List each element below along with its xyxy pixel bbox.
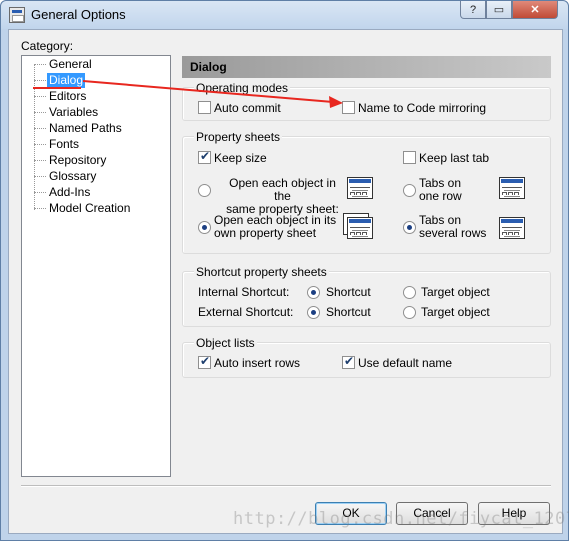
shortcut-sheets-title: Shortcut property sheets <box>194 265 329 279</box>
tabs-several-rows-icon <box>499 217 525 239</box>
tree-item-add-ins[interactable]: Add-Ins <box>47 185 92 200</box>
category-label: Category: <box>21 39 74 53</box>
help-title-button[interactable]: ? <box>460 1 486 19</box>
tabs-several-rows-radio[interactable] <box>403 221 416 234</box>
app-window-icon <box>9 7 25 23</box>
tree-item-general[interactable]: General <box>47 57 94 72</box>
tree-item-dialog[interactable]: Dialog <box>47 73 86 88</box>
tree-connector <box>34 128 46 129</box>
tree-connector <box>34 96 46 97</box>
open-same-sheet-radio[interactable] <box>198 184 211 197</box>
tree-connector <box>34 160 46 161</box>
object-lists-title: Object lists <box>194 336 257 350</box>
tabs-one-row-label: Tabs on one row <box>419 176 462 203</box>
watermark-text: http://blog.csdn.net/fiycat_1207 <box>233 509 569 529</box>
tree-item-named-paths[interactable]: Named Paths <box>47 121 124 136</box>
auto-insert-rows-checkbox[interactable] <box>198 354 211 369</box>
external-target-radio[interactable] <box>403 306 416 319</box>
tree-item-editors[interactable]: Editors <box>47 89 88 104</box>
tree-connector <box>34 208 46 209</box>
close-button[interactable]: ✕ <box>512 1 558 19</box>
tabs-one-row-icon <box>499 177 525 199</box>
tree-item-model-creation[interactable]: Model Creation <box>47 201 132 216</box>
internal-target-label: Target object <box>421 285 490 299</box>
name-to-code-checkbox[interactable] <box>342 101 355 114</box>
keep-size-label: Keep size <box>214 151 267 165</box>
external-target-label: Target object <box>421 305 490 319</box>
open-own-sheet-radio[interactable] <box>198 221 211 234</box>
external-shortcut-option-label: Shortcut <box>326 305 371 319</box>
category-tree[interactable]: General Dialog Editors Variables Named P… <box>21 55 171 477</box>
tabs-several-rows-label: Tabs on several rows <box>419 213 487 240</box>
multiple-sheets-icon <box>347 217 373 239</box>
tree-item-repository[interactable]: Repository <box>47 153 108 168</box>
internal-shortcut-option-label: Shortcut <box>326 285 371 299</box>
tree-connector <box>34 192 46 193</box>
internal-target-radio[interactable] <box>403 286 416 299</box>
tree-connector-line <box>34 65 35 210</box>
keep-size-checkbox[interactable] <box>198 149 211 164</box>
shortcut-sheets-group: Shortcut property sheets Internal Shortc… <box>182 265 551 327</box>
tree-item-variables[interactable]: Variables <box>47 105 100 120</box>
use-default-name-label: Use default name <box>358 356 453 370</box>
external-shortcut-label: External Shortcut: <box>198 305 294 319</box>
keep-last-tab-checkbox[interactable] <box>403 151 416 164</box>
tabs-one-row-radio[interactable] <box>403 184 416 197</box>
open-own-sheet-label: Open each object in its own property she… <box>214 213 337 240</box>
external-shortcut-radio[interactable] <box>307 306 320 319</box>
tree-connector <box>34 64 46 65</box>
tree-item-glossary[interactable]: Glossary <box>47 169 98 184</box>
auto-insert-rows-label: Auto insert rows <box>214 356 301 370</box>
keep-last-tab-label: Keep last tab <box>419 151 490 165</box>
operating-modes-group: Operating modes Auto commit Name to Code… <box>182 81 551 121</box>
general-options-window: General Options ? ▭ ✕ Category: General … <box>0 0 569 541</box>
tree-connector <box>34 112 46 113</box>
internal-shortcut-radio[interactable] <box>307 286 320 299</box>
dialog-body: Category: General Dialog Editors Variabl… <box>8 29 563 534</box>
property-sheets-title: Property sheets <box>194 130 283 144</box>
object-lists-group: Object lists Auto insert rows Use defaul… <box>182 336 551 378</box>
pane-title: Dialog <box>182 56 551 78</box>
use-default-name-checkbox[interactable] <box>342 354 355 369</box>
operating-modes-title: Operating modes <box>194 81 291 95</box>
single-sheet-icon <box>347 177 373 199</box>
window-title: General Options <box>31 7 126 22</box>
internal-shortcut-label: Internal Shortcut: <box>198 285 290 299</box>
tree-item-fonts[interactable]: Fonts <box>47 137 81 152</box>
auto-commit-checkbox[interactable] <box>198 101 211 114</box>
footer-separator <box>21 485 551 487</box>
title-bar[interactable]: General Options ? ▭ ✕ <box>1 1 568 29</box>
tree-connector <box>34 80 46 81</box>
tree-connector <box>34 176 46 177</box>
open-same-sheet-label: Open each object in the same property sh… <box>226 176 339 216</box>
property-sheets-group: Property sheets Keep size Keep last tab … <box>182 130 551 254</box>
restore-button[interactable]: ▭ <box>486 1 512 19</box>
tree-connector <box>34 144 46 145</box>
name-to-code-label: Name to Code mirroring <box>358 101 487 115</box>
auto-commit-label: Auto commit <box>214 101 281 115</box>
